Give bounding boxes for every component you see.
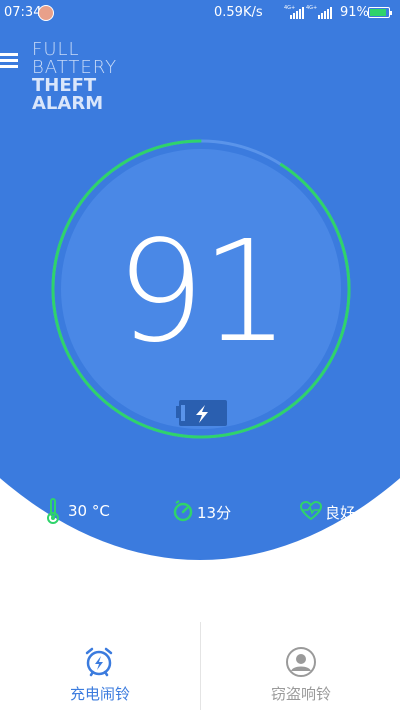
logo-line-4: ALARM bbox=[32, 93, 104, 114]
status-time: 07:34 bbox=[4, 5, 42, 20]
health-stat: 良好 bbox=[300, 498, 370, 524]
sim1-signal-icon: 4G+ bbox=[284, 5, 306, 19]
alarm-clock-icon bbox=[85, 647, 113, 677]
nav-theft-alarm-label: 窃盗响铃 bbox=[270, 685, 331, 703]
sim2-signal-icon: 4G+ bbox=[306, 5, 336, 19]
menu-icon[interactable] bbox=[0, 53, 20, 73]
network-speed: 0.59K/s bbox=[214, 5, 263, 20]
notification-app-icon bbox=[38, 5, 54, 21]
temperature-value: 30 °C bbox=[68, 502, 110, 520]
app-logo: FULL BATTERY THEFT ALARM bbox=[32, 41, 117, 113]
sim2-network-tag: 4G+ bbox=[306, 5, 318, 11]
battery-percent-text: 91% bbox=[340, 5, 369, 20]
timer-icon bbox=[173, 500, 193, 522]
temperature-stat: 30 °C bbox=[46, 498, 126, 524]
user-avatar-icon bbox=[286, 647, 316, 677]
battery-icon bbox=[368, 7, 392, 18]
status-bar: 07:34 0.59K/s 4G+ 4G+ 91% bbox=[0, 0, 400, 26]
health-value: 良好 bbox=[325, 504, 356, 522]
thermometer-icon bbox=[47, 498, 59, 524]
battery-level: 91 bbox=[115, 211, 290, 374]
time-remaining-stat: 13分 bbox=[172, 498, 242, 524]
nav-theft-alarm[interactable]: 窃盗响铃 bbox=[201, 620, 400, 710]
nav-charge-alarm-label: 充电闹铃 bbox=[69, 685, 130, 703]
time-remaining-value: 13分 bbox=[197, 504, 232, 522]
heart-rate-icon bbox=[300, 501, 322, 521]
nav-charge-alarm[interactable]: 充电闹铃 bbox=[0, 620, 200, 710]
charging-battery-icon bbox=[176, 400, 227, 426]
